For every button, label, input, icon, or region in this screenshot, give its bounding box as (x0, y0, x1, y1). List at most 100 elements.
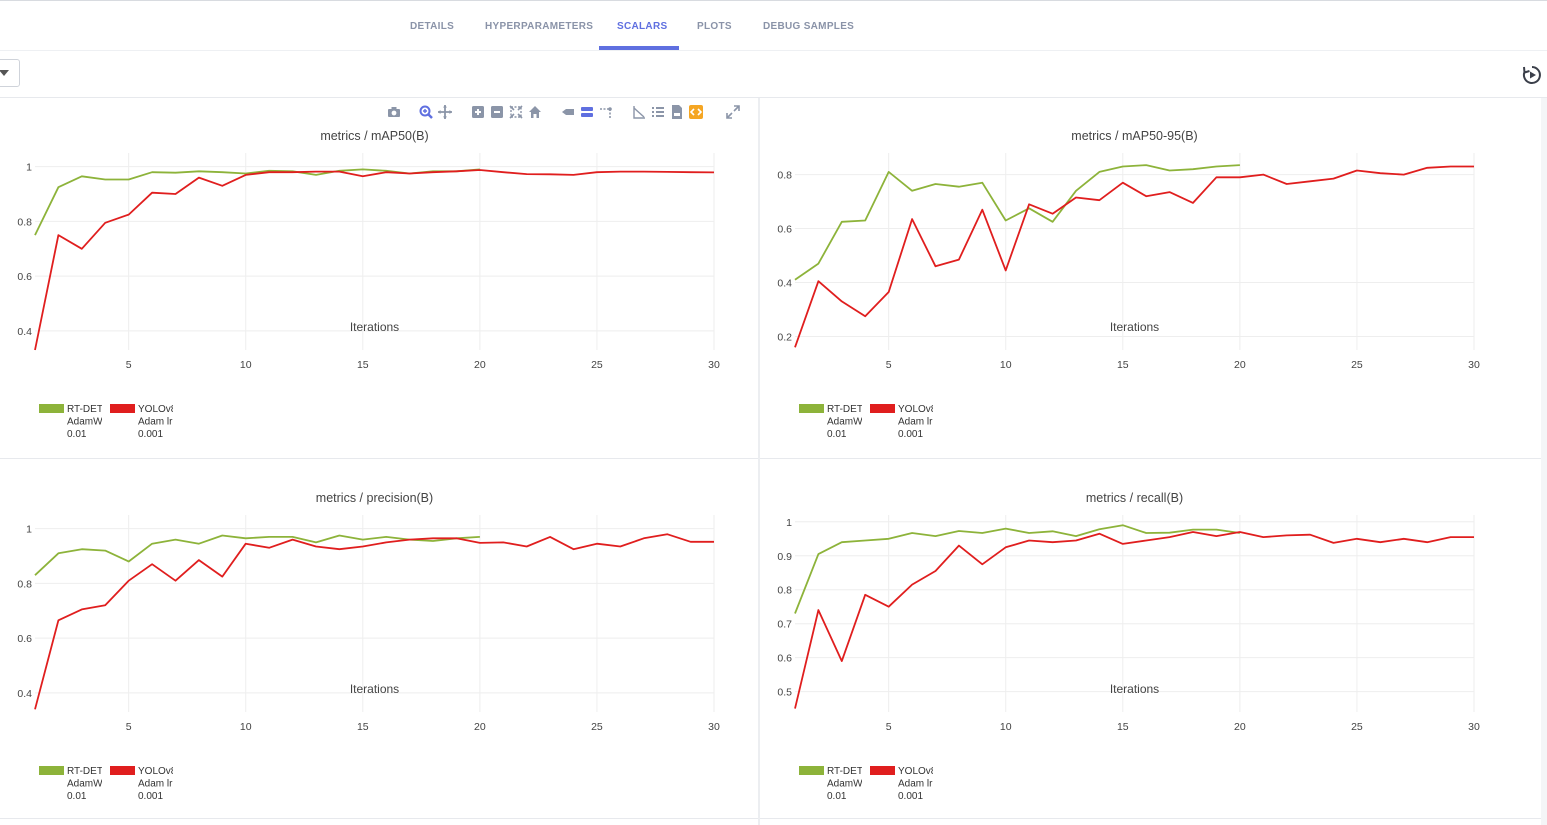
tab-details[interactable]: DETAILS (410, 21, 454, 32)
row-divider-bottom (0, 818, 1547, 819)
legend-label: 0.01 (67, 791, 87, 802)
legend-item[interactable]: YOLOv8 Adam lr0.001 (870, 766, 937, 802)
precision-chart: metrics / precision(B) 5 10 15 20 25 30 0.4 0.6 0… (17, 491, 720, 802)
chart-panel-map50: metrics / mAP50(B) 5 10 15 20 25 30 0.4 0.6 0.8 1 I… (0, 98, 750, 456)
x-tick-label: 25 (591, 721, 603, 733)
y-tick-label: 1 (26, 162, 32, 174)
refresh-icon[interactable] (1521, 64, 1543, 86)
legend-item[interactable]: RT-DETR AdamW lr0.01 (799, 404, 872, 440)
legend-item[interactable]: RT-DETR AdamW lr0.01 (799, 766, 872, 802)
y-tick-label: 0.8 (17, 216, 32, 228)
chart-panel-precision: metrics / precision(B) 5 10 15 20 25 30 0.4 0.6 0… (0, 460, 750, 818)
x-tick-label: 30 (1468, 359, 1480, 371)
legend-item[interactable]: RT-DETR AdamW lr0.01 (39, 766, 112, 802)
y-tick-label: 0.8 (777, 585, 792, 597)
x-tick-label: 5 (886, 359, 892, 371)
legend-item[interactable]: YOLOv8 Adam lr0.001 (870, 404, 937, 440)
series-line-rt-detr (794, 164, 1240, 281)
legend-label: 0.01 (67, 429, 87, 440)
legend-label: RT-DETR (67, 766, 110, 777)
x-tick-label: 20 (1234, 721, 1246, 733)
x-tick-label: 30 (1468, 721, 1480, 733)
tab-bar: DETAILS HYPERPARAMETERS SCALARS PLOTS DE… (0, 1, 1547, 51)
series-line-rt-detr (794, 524, 1241, 614)
x-tick-label: 5 (886, 721, 892, 733)
legend-label: 0.001 (138, 429, 163, 440)
map50-chart: metrics / mAP50(B) 5 10 15 20 25 30 0.4 0.6 0.8 1 I… (17, 129, 720, 440)
legend-swatch (110, 404, 135, 413)
legend-label: Adam lr (138, 417, 173, 428)
y-tick-label: 0.6 (777, 224, 792, 236)
x-tick-label: 10 (240, 359, 252, 371)
chart-title: metrics / precision(B) (316, 491, 433, 505)
y-tick-label: 0.5 (777, 687, 792, 699)
x-tick-label: 30 (708, 721, 720, 733)
x-tick-label: 15 (357, 721, 369, 733)
legend-label: YOLOv8 (898, 766, 937, 777)
legend-label: AdamW lr (827, 417, 872, 428)
tab-plots[interactable]: PLOTS (697, 21, 732, 32)
legend-label: 0.001 (898, 791, 923, 802)
y-tick-label: 0.2 (777, 332, 792, 344)
x-tick-label: 15 (1117, 359, 1129, 371)
x-tick-label: 20 (474, 359, 486, 371)
legend-label: 0.001 (138, 791, 163, 802)
chart-panel-recall: metrics / recall(B) 5 10 15 20 25 30 0.5 0.6 0.7 0… (760, 460, 1510, 818)
legend-swatch (39, 404, 64, 413)
x-tick-label: 20 (1234, 359, 1246, 371)
legend-swatch (870, 766, 895, 775)
y-tick-label: 0.6 (17, 633, 32, 645)
x-tick-label: 15 (357, 359, 369, 371)
y-tick-label: 1 (786, 517, 792, 529)
tab-hyperparameters[interactable]: HYPERPARAMETERS (485, 21, 593, 32)
x-axis-label: Iterations (350, 682, 399, 696)
x-tick-label: 10 (1000, 359, 1012, 371)
x-tick-label: 15 (1117, 721, 1129, 733)
y-tick-label: 0.4 (777, 278, 792, 290)
chevron-down-icon (0, 70, 9, 76)
legend-label: 0.01 (827, 791, 847, 802)
legend-label: AdamW lr (67, 417, 112, 428)
tab-debug-samples[interactable]: DEBUG SAMPLES (763, 21, 854, 32)
chart-panel-map50-95: metrics / mAP50-95(B) 5 10 15 20 25 30 0.2 0.4 0.… (760, 98, 1510, 456)
legend-label: YOLOv8 (898, 404, 937, 415)
legend-swatch (110, 766, 135, 775)
legend-label: Adam lr (898, 417, 933, 428)
x-tick-label: 20 (474, 721, 486, 733)
legend-swatch (870, 404, 895, 413)
legend-label: YOLOv8 (138, 766, 177, 777)
legend-swatch (39, 766, 64, 775)
y-tick-label: 0.6 (17, 271, 32, 283)
legend-label: Adam lr (138, 779, 173, 790)
x-tick-label: 5 (126, 359, 132, 371)
active-tab-indicator (599, 46, 679, 50)
legend-label: RT-DETR (827, 404, 870, 415)
legend-label: RT-DETR (827, 766, 870, 777)
y-tick-label: 1 (26, 524, 32, 536)
legend-item[interactable]: RT-DETR AdamW lr0.01 (39, 404, 112, 440)
x-tick-label: 10 (240, 721, 252, 733)
legend-label: AdamW lr (827, 779, 872, 790)
legend-label: 0.001 (898, 429, 923, 440)
tab-scalars[interactable]: SCALARS (617, 21, 667, 32)
legend-label: 0.01 (827, 429, 847, 440)
x-tick-label: 25 (1351, 721, 1363, 733)
legend-item[interactable]: YOLOv8 Adam lr0.001 (110, 766, 177, 802)
legend-swatch (799, 766, 824, 775)
y-tick-label: 0.4 (17, 688, 32, 700)
chart-title: metrics / recall(B) (1086, 491, 1183, 505)
y-tick-label: 0.7 (777, 619, 792, 631)
recall-chart: metrics / recall(B) 5 10 15 20 25 30 0.5 0.6 0.7 0… (777, 491, 1480, 802)
x-tick-label: 25 (1351, 359, 1363, 371)
row-divider (0, 458, 1547, 459)
grouping-dropdown[interactable] (0, 59, 20, 87)
x-axis-label: Iterations (1110, 320, 1159, 334)
scrollbar[interactable] (1541, 98, 1547, 825)
legend-label: AdamW lr (67, 779, 112, 790)
y-tick-label: 0.6 (777, 653, 792, 665)
legend-swatch (799, 404, 824, 413)
y-tick-label: 0.8 (17, 578, 32, 590)
y-tick-label: 0.9 (777, 551, 792, 563)
legend-item[interactable]: YOLOv8 Adam lr0.001 (110, 404, 177, 440)
y-tick-label: 0.4 (17, 326, 32, 338)
